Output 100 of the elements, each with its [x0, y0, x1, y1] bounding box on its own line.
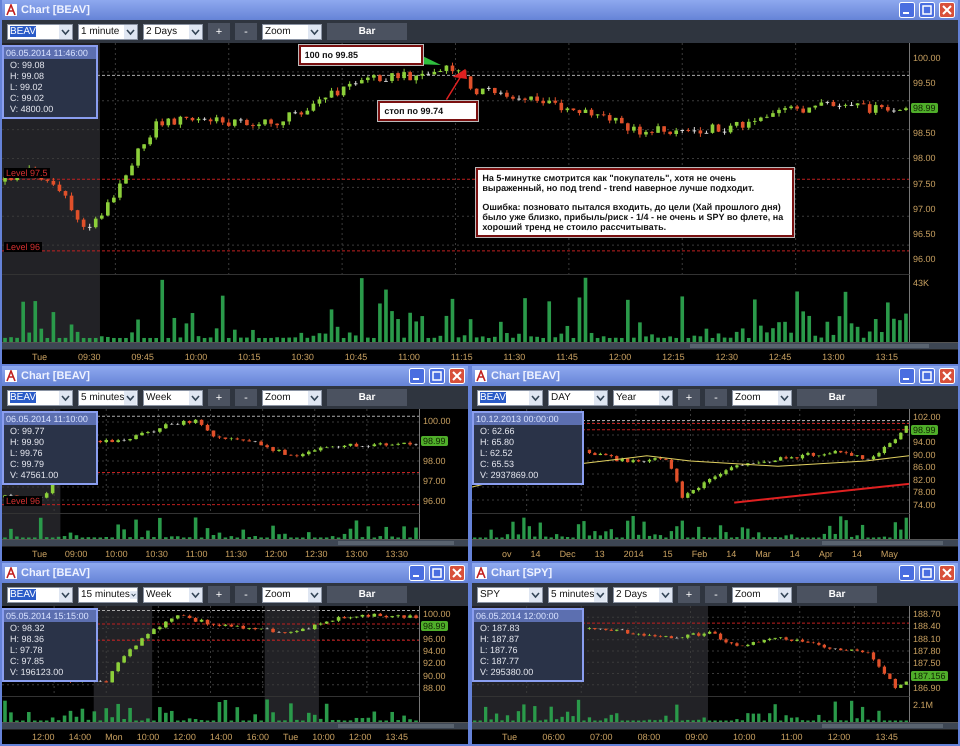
zoom-in-button[interactable]: + — [208, 389, 230, 406]
interval-dropdown[interactable]: 5 minutes — [548, 586, 608, 602]
chart-type-button[interactable]: Bar — [797, 389, 877, 406]
info-value: C: 65.53 — [480, 459, 516, 470]
time-axis-label: 09:00 — [64, 548, 88, 561]
time-axis-label: Tue — [502, 731, 518, 744]
info-datetime: 05.05.2014 15:15:00 — [4, 610, 96, 622]
time-axis-label: 13:00 — [345, 548, 368, 561]
price-axis-label: 94.00 — [422, 646, 447, 656]
symbol-dropdown[interactable]: BEAV — [7, 24, 73, 40]
time-axis-label: 10:00 — [312, 731, 335, 744]
time-axis-label: 13:45 — [385, 731, 408, 744]
time-axis-label: 13:30 — [385, 548, 408, 561]
interval-dropdown[interactable]: 5 minutes — [78, 390, 138, 406]
time-axis-label: 12:30 — [715, 351, 738, 364]
range-dropdown[interactable]: 2 Days — [613, 586, 673, 602]
zoom-dropdown[interactable]: Zoom — [732, 586, 792, 602]
time-axis-label: 13:00 — [822, 351, 845, 364]
range-dropdown[interactable]: Year — [613, 390, 673, 406]
zoom-in-button[interactable]: + — [208, 586, 230, 603]
info-value: V: 2937869.00 — [480, 470, 540, 481]
interval-dropdown[interactable]: DAY — [548, 390, 608, 406]
info-value: C: 99.79 — [10, 459, 46, 470]
price-axis-label: 97.00 — [422, 476, 447, 486]
note-text: стоп по 99.74 — [384, 106, 444, 116]
symbol-dropdown[interactable]: SPY — [477, 586, 543, 602]
time-axis-label: 12:00 — [608, 351, 632, 364]
zoom-dropdown[interactable]: Zoom — [262, 24, 322, 40]
info-value: V: 196123.00 — [10, 667, 64, 678]
info-value: H: 65.80 — [480, 437, 516, 448]
zoom-dropdown[interactable]: Zoom — [262, 390, 322, 406]
time-axis-label: Feb — [692, 548, 708, 561]
chart-type-button[interactable]: Bar — [327, 23, 407, 40]
range-dropdown[interactable]: Week — [143, 390, 203, 406]
volume-axis-label: 2.1M — [912, 699, 934, 710]
zoom-in-button[interactable]: + — [678, 389, 700, 406]
zoom-in-button[interactable]: + — [208, 23, 230, 40]
info-value: O: 99.77 — [10, 426, 46, 437]
info-value: C: 187.77 — [480, 656, 520, 667]
zoom-dropdown[interactable]: Zoom — [732, 390, 792, 406]
price-axis-label: 188.40 — [912, 621, 942, 632]
info-datetime: 06.05.2014 11:10:00 — [4, 413, 96, 425]
zoom-out-button[interactable]: - — [705, 586, 727, 603]
range-dropdown[interactable]: 2 Days — [143, 24, 203, 40]
time-axis-label: 12:00 — [264, 548, 288, 561]
zoom-out-button[interactable]: - — [235, 23, 257, 40]
time-axis-label: Mar — [755, 548, 771, 561]
zoom-out-button[interactable]: - — [235, 389, 257, 406]
interval-dropdown[interactable]: 15 minutes — [78, 586, 138, 602]
symbol-dropdown[interactable]: BEAV — [7, 390, 73, 406]
chart-type-button[interactable]: Bar — [327, 586, 407, 603]
zoom-in-button[interactable]: + — [678, 586, 700, 603]
range-dropdown[interactable]: Week — [143, 586, 203, 602]
info-value: H: 187.87 — [480, 634, 520, 645]
interval-dropdown[interactable]: 1 minute — [78, 24, 138, 40]
symbol-dropdown[interactable]: BEAV — [477, 390, 543, 406]
price-axis-label: 187.80 — [912, 646, 942, 656]
time-axis-label: 12:00 — [348, 731, 372, 744]
time-axis-label: 13:45 — [875, 731, 898, 744]
time-axis-label: 12:15 — [662, 351, 685, 364]
price-axis-label: 186.90 — [912, 682, 942, 693]
chart-type-button[interactable]: Bar — [327, 389, 407, 406]
info-value: O: 99.08 — [10, 60, 46, 71]
info-value: C: 97.85 — [10, 656, 46, 667]
note-text: 100 по 99.85 — [304, 50, 360, 60]
symbol-dropdown[interactable]: BEAV — [7, 586, 73, 602]
time-axis-label: 11:00 — [398, 351, 420, 364]
level-label: Level 96 — [4, 496, 42, 506]
time-axis-label: 14:00 — [68, 731, 92, 744]
time-axis-label: 2014 — [624, 548, 644, 561]
price-axis-label: 78.00 — [912, 487, 937, 498]
info-value: H: 99.90 — [10, 437, 46, 448]
info-value: O: 98.32 — [10, 623, 46, 634]
time-axis-label: Tue — [32, 351, 48, 364]
info-datetime: 06.05.2014 12:00:00 — [474, 610, 582, 622]
chart-type-button[interactable]: Bar — [797, 586, 877, 603]
zoom-out-button[interactable]: - — [235, 586, 257, 603]
price-axis-label: 90.00 — [912, 450, 937, 460]
time-axis-label: Mon — [105, 731, 123, 744]
time-axis-label: 10:00 — [733, 731, 756, 744]
time-axis-label: 11:30 — [225, 548, 248, 561]
price-axis-label: 188.70 — [912, 609, 942, 620]
time-axis-label: 13:15 — [875, 351, 898, 364]
price-axis-label: 97.50 — [912, 178, 937, 189]
price-axis-label: 98.00 — [912, 153, 937, 164]
time-axis-label: 12:30 — [304, 548, 328, 561]
zoom-out-button[interactable]: - — [705, 389, 727, 406]
price-axis-label: 94.00 — [912, 437, 937, 448]
level-label: Level 97.5 — [4, 168, 50, 178]
price-axis-label: 96.00 — [422, 634, 447, 644]
time-axis-label: 09:30 — [78, 351, 101, 364]
time-axis-label: 12:45 — [768, 351, 792, 364]
time-axis-label: 10:15 — [238, 351, 261, 364]
time-axis-label: 12:00 — [828, 731, 850, 744]
zoom-dropdown[interactable]: Zoom — [262, 586, 322, 602]
time-axis-label: 10:30 — [291, 351, 314, 364]
time-axis-label: 10:00 — [184, 351, 208, 364]
last-price-badge: 187.156 — [911, 670, 948, 681]
note-text: На 5-минутке смотрится как "покупатель", хотя не очень выраженный, но под trend - trend наверное лучше подходит. — [482, 172, 756, 193]
time-axis-label: May — [880, 548, 898, 561]
